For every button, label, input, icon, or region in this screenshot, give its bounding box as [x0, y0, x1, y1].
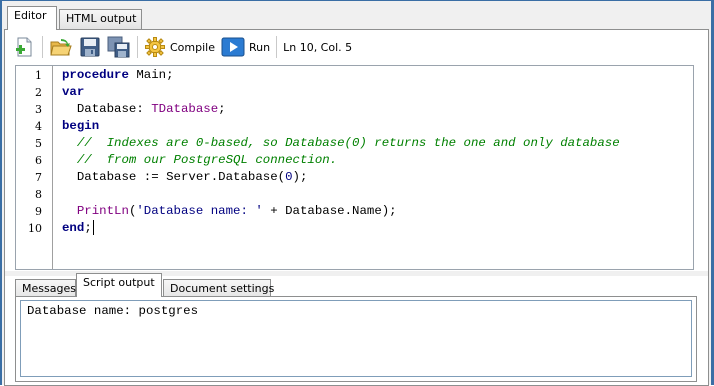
line-number: 5: [35, 137, 42, 150]
toolbar-separator: [137, 36, 138, 58]
tab-html-output-label: HTML output: [66, 12, 137, 25]
run-label: Run: [249, 40, 271, 54]
gear-icon: [144, 36, 166, 58]
script-output-box[interactable]: Database name: postgres: [20, 300, 692, 377]
line-number: 4: [35, 120, 42, 133]
save-button[interactable]: [76, 34, 104, 60]
line-number: 6: [35, 154, 42, 167]
code-line: // from our PostgreSQL connection.: [76, 153, 338, 167]
app-window: Editor HTML output Compile Run Ln 10, Co…: [0, 0, 714, 386]
cursor-position: Ln 10, Col. 5: [283, 40, 353, 54]
code-line: // Indexes are 0-based, so Database(0) r…: [76, 136, 620, 150]
line-number: 9: [35, 205, 42, 218]
save-icon: [79, 36, 101, 58]
line-number: 1: [35, 69, 42, 82]
text-caret: [92, 220, 94, 236]
run-button[interactable]: Run: [218, 34, 273, 60]
compile-label: Compile: [170, 40, 215, 54]
line-number: 3: [35, 103, 42, 116]
toolbar-separator: [42, 36, 43, 58]
compile-button[interactable]: Compile: [141, 34, 218, 60]
code-editor[interactable]: 1 2 3 4 5 6 7 8 9 10 procedure Main; var…: [15, 65, 694, 270]
new-script-icon: [14, 36, 36, 58]
line-number: 8: [35, 188, 42, 201]
code-line: var: [62, 85, 85, 99]
new-script-button[interactable]: [11, 34, 39, 60]
script-output-panel: Database name: postgres: [15, 296, 697, 382]
top-tab-strip: Editor HTML output: [4, 6, 710, 30]
line-number: 10: [28, 222, 42, 235]
editor-panel: Compile Run Ln 10, Col. 5 1 2 3 4 5 6 7 …: [4, 29, 709, 386]
save-all-icon: [107, 36, 131, 58]
code-area[interactable]: procedure Main; var Database: TDatabase;…: [62, 66, 693, 269]
toolbar-separator: [276, 36, 278, 58]
tab-html-output[interactable]: HTML output: [59, 9, 142, 29]
tab-document-settings-label: Document settings: [170, 282, 275, 295]
code-line: end;: [62, 220, 94, 236]
code-line: begin: [62, 119, 100, 133]
tab-editor-label: Editor: [14, 9, 47, 22]
save-all-button[interactable]: [104, 34, 134, 60]
code-line: Database := Server.Database(0);: [62, 170, 308, 184]
open-button[interactable]: [46, 34, 76, 60]
toolbar: Compile Run Ln 10, Col. 5: [11, 33, 701, 61]
line-number: 2: [35, 86, 42, 99]
tab-script-output-label: Script output: [83, 276, 155, 289]
open-folder-icon: [49, 36, 73, 58]
tab-editor[interactable]: Editor: [7, 6, 57, 30]
bottom-tab-strip: Messages Script output Document settings: [15, 273, 695, 299]
line-number: 7: [35, 171, 42, 184]
tab-messages-label: Messages: [22, 282, 76, 295]
code-line: Database: TDatabase;: [62, 102, 226, 116]
code-line: procedure Main;: [62, 68, 174, 82]
tab-script-output[interactable]: Script output: [76, 273, 162, 297]
play-icon: [221, 37, 245, 57]
script-output-text: Database name: postgres: [27, 304, 199, 318]
line-number-gutter: 1 2 3 4 5 6 7 8 9 10: [16, 66, 53, 269]
code-line: PrintLn('Database name: ' + Database.Nam…: [76, 204, 397, 218]
